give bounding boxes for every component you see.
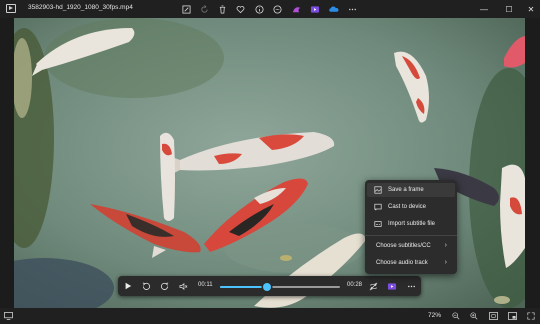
title-bar: 3582903-hd_1920_1080_30fps.mp4 — ☐ ✕ (0, 0, 540, 18)
video-editor-icon[interactable] (309, 3, 321, 15)
status-bar: 72% (0, 308, 540, 324)
rotate-icon[interactable] (198, 3, 210, 15)
full-screen-icon[interactable] (526, 311, 536, 321)
menu-item-import-subtitle[interactable]: Import subtitle file (367, 217, 455, 231)
save-frame-icon (373, 186, 382, 195)
more-apps-icon[interactable] (271, 3, 283, 15)
seek-bar-progress (220, 285, 267, 288)
zoom-in-icon[interactable] (469, 311, 479, 321)
minimize-button[interactable]: — (470, 0, 498, 18)
close-button[interactable]: ✕ (517, 0, 540, 18)
menu-item-choose-subtitles[interactable]: Choose subtitles/CC › (367, 239, 455, 253)
video-editor-icon[interactable] (386, 280, 398, 292)
fit-to-window-icon[interactable] (488, 311, 498, 321)
file-name: 3582903-hd_1920_1080_30fps.mp4 (28, 4, 133, 11)
seek-thumb[interactable] (262, 282, 271, 291)
subtitle-file-icon (373, 220, 382, 229)
skip-back-icon[interactable] (140, 280, 152, 292)
more-options-icon[interactable] (346, 3, 358, 15)
repeat-icon[interactable] (367, 280, 379, 292)
mini-player-icon[interactable] (507, 311, 517, 321)
chevron-right-icon: › (444, 259, 447, 266)
info-icon[interactable] (253, 3, 265, 15)
play-icon[interactable] (122, 280, 134, 292)
mute-icon[interactable] (177, 280, 189, 292)
menu-item-label: Save a frame (388, 187, 424, 193)
more-options-icon[interactable] (405, 280, 417, 292)
menu-item-label: Choose subtitles/CC (376, 243, 431, 249)
edit-icon[interactable] (180, 3, 192, 15)
menu-item-label: Choose audio track (376, 260, 428, 266)
menu-item-label: Import subtitle file (388, 221, 436, 227)
more-options-menu: Save a frame Cast to device Import subti… (365, 180, 457, 274)
menu-item-cast-to-device[interactable]: Cast to device (367, 200, 455, 214)
cast-icon (373, 203, 382, 212)
favorite-icon[interactable] (234, 3, 246, 15)
monitor-icon[interactable] (3, 311, 13, 321)
total-time: 00:28 (347, 282, 363, 288)
chevron-right-icon: › (444, 242, 447, 249)
delete-icon[interactable] (216, 3, 228, 15)
menu-item-save-frame[interactable]: Save a frame (367, 183, 455, 197)
playback-controls: 00:11 00:28 (118, 276, 421, 296)
skip-forward-icon[interactable] (158, 280, 170, 292)
current-time: 00:11 (198, 282, 213, 288)
media-player-app-icon (6, 4, 16, 13)
zoom-level: 72% (428, 312, 442, 319)
seek-bar[interactable] (220, 282, 340, 291)
onedrive-icon[interactable] (327, 3, 339, 15)
menu-item-choose-audio-track[interactable]: Choose audio track › (367, 256, 455, 270)
zoom-out-icon[interactable] (451, 311, 461, 321)
clipchamp-icon[interactable] (290, 3, 302, 15)
menu-item-label: Cast to device (388, 204, 427, 210)
menu-separator (365, 235, 457, 236)
